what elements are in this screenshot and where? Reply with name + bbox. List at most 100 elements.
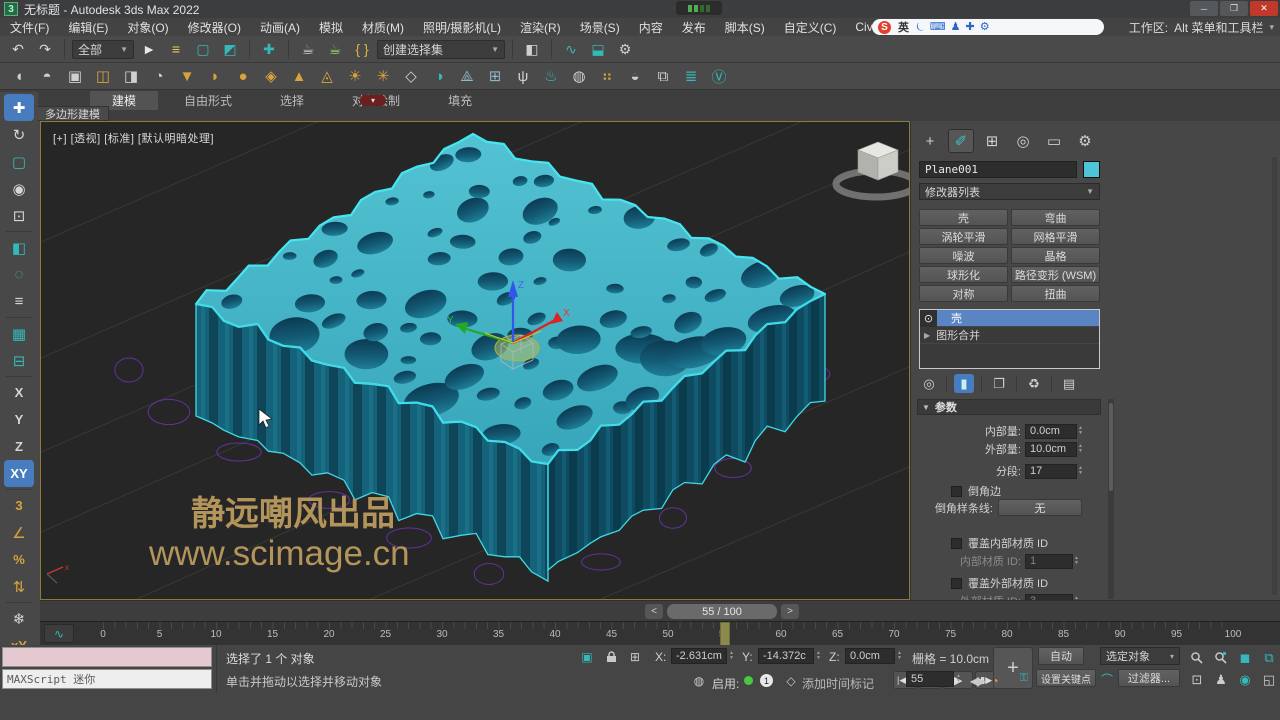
z-coord-field[interactable]: 0.0cm bbox=[845, 648, 895, 664]
ribbon-config-icon[interactable]: ▾ bbox=[360, 95, 386, 106]
show-end-result-icon[interactable]: ▮ bbox=[954, 374, 974, 393]
menu-item-12[interactable]: 脚本(S) bbox=[725, 19, 765, 36]
workspace-dropdown[interactable]: Alt 菜单和工具栏 bbox=[1174, 19, 1263, 36]
minimize-button[interactable]: ─ bbox=[1190, 1, 1218, 16]
zoom-extents-all-icon[interactable]: ⧉ bbox=[1257, 647, 1280, 669]
select-and-link-icon[interactable]: ☕ bbox=[296, 38, 320, 60]
modifier-button-5[interactable]: 晶格 bbox=[1011, 247, 1100, 264]
sun-rays-icon[interactable]: ✳ bbox=[372, 65, 394, 87]
frame-nav-arrows[interactable]: ◀▶ bbox=[968, 673, 986, 689]
zoom-region-icon[interactable]: ⊡ bbox=[1185, 669, 1209, 691]
y-spinner[interactable]: ▲▼ bbox=[816, 651, 821, 661]
modifier-button-0[interactable]: 壳 bbox=[919, 209, 1008, 226]
select-and-move-icon[interactable]: ✚ bbox=[257, 38, 281, 60]
close-button[interactable]: ✕ bbox=[1250, 1, 1278, 16]
configure-modifier-sets-icon[interactable]: ▤ bbox=[1059, 374, 1079, 393]
x-coord-field[interactable]: -2.631cm bbox=[671, 648, 727, 664]
ribbon-tab-1[interactable]: 自由形式 bbox=[162, 91, 254, 110]
menu-item-11[interactable]: 发布 bbox=[682, 19, 706, 36]
stack-item-1[interactable]: ▶图形合并 bbox=[920, 327, 1099, 344]
segments-field[interactable]: 17 bbox=[1025, 464, 1077, 479]
maxscript-mini-label[interactable]: MAXScript 迷你 bbox=[2, 669, 212, 689]
inner-amount-field[interactable]: 0.0cm bbox=[1025, 424, 1077, 439]
align-tool[interactable]: ≡ bbox=[4, 288, 34, 315]
expand-caret-icon[interactable]: ▶ bbox=[924, 331, 930, 340]
time-tag-icon[interactable]: ◇ bbox=[782, 673, 800, 689]
remove-modifier-icon[interactable]: ♻ bbox=[1024, 374, 1044, 393]
ime-tool-icon-3[interactable]: ✚ bbox=[965, 21, 974, 33]
menu-item-9[interactable]: 场景(S) bbox=[580, 19, 620, 36]
create-tab[interactable]: + bbox=[917, 129, 943, 153]
cube-helper-icon[interactable]: ◇ bbox=[400, 65, 422, 87]
ime-tool-icon-2[interactable]: ♟ bbox=[951, 21, 961, 33]
viewport-label[interactable]: [+] [透视] [标准] [默认明暗处理] bbox=[53, 130, 214, 146]
inner-matid-field[interactable]: 1 bbox=[1025, 554, 1073, 569]
spinner-snap-toggle[interactable]: ⇅ bbox=[4, 573, 34, 600]
add-time-tag[interactable]: 添加时间标记 bbox=[802, 675, 874, 692]
axis-xy-button[interactable]: XY bbox=[4, 460, 34, 487]
current-frame-indicator[interactable]: 55 / 100 bbox=[667, 604, 777, 619]
modifier-button-6[interactable]: 球形化 bbox=[919, 266, 1008, 283]
vray-icon[interactable]: Ⓥ bbox=[708, 65, 730, 87]
ime-lang-toggle[interactable]: 英 bbox=[898, 19, 909, 35]
ime-tool-icon-4[interactable]: ⚙ bbox=[980, 21, 990, 33]
rect-selection-region-icon[interactable]: ▢ bbox=[191, 38, 215, 60]
maximize-viewport-icon[interactable]: ◱ bbox=[1257, 669, 1280, 691]
ribbon-subtab-polymodeling[interactable]: 多边形建模 bbox=[36, 106, 109, 121]
panel-scrollbar[interactable] bbox=[1272, 157, 1277, 595]
set-key-button[interactable]: 设置关键点 bbox=[1036, 669, 1096, 687]
motion-tab[interactable]: ◎ bbox=[1010, 129, 1036, 153]
teal-dots-icon[interactable]: ⠶ bbox=[596, 65, 618, 87]
redo-icon[interactable]: ↷ bbox=[33, 38, 57, 60]
make-unique-icon[interactable]: ❐ bbox=[989, 374, 1009, 393]
modifier-button-8[interactable]: 对称 bbox=[919, 285, 1008, 302]
undo-icon[interactable]: ↶ bbox=[6, 38, 30, 60]
orbit-icon[interactable]: ◉ bbox=[1233, 669, 1257, 691]
menu-item-10[interactable]: 内容 bbox=[639, 19, 663, 36]
input-method-bar[interactable]: S 英 ⏾⌨♟✚⚙ bbox=[872, 19, 1104, 35]
render-frame-icon[interactable]: ▣ bbox=[64, 65, 86, 87]
select-and-place-tool[interactable]: ◉ bbox=[4, 175, 34, 202]
workspace-caret-icon[interactable]: ▾ bbox=[1269, 22, 1274, 33]
mini-curve-editor-icon[interactable]: ∿ bbox=[44, 624, 74, 643]
half-sphere-icon[interactable]: ◑ bbox=[428, 65, 450, 87]
bulb-light-icon[interactable]: ◬ bbox=[316, 65, 338, 87]
override-inner-matid-checkbox[interactable] bbox=[951, 538, 962, 549]
isolate-selection-icon[interactable]: ▣ bbox=[578, 649, 596, 665]
modify-tab[interactable]: ✐ bbox=[948, 129, 974, 153]
modifier-list-dropdown[interactable]: 修改器列表 ▼ bbox=[919, 183, 1100, 200]
sphere-gray-icon[interactable]: ◍ bbox=[568, 65, 590, 87]
mirror-tool[interactable]: ◧ bbox=[4, 234, 34, 261]
sphere-light-icon[interactable]: ● bbox=[232, 65, 254, 87]
inner-matid-spinner[interactable]: ▲▼ bbox=[1074, 556, 1079, 566]
parameters-rollout-header[interactable]: ▼ 参数 bbox=[917, 399, 1101, 415]
menu-item-3[interactable]: 修改器(O) bbox=[188, 19, 241, 36]
maxscript-mini-listener[interactable] bbox=[2, 647, 212, 667]
pivot-tool[interactable]: ⊡ bbox=[4, 202, 34, 229]
keyframe-mode-icon[interactable]: ◍ bbox=[690, 673, 708, 689]
modifier-button-9[interactable]: 扭曲 bbox=[1011, 285, 1100, 302]
override-outer-matid-checkbox[interactable] bbox=[951, 578, 962, 589]
ime-tool-icon-1[interactable]: ⌨ bbox=[930, 21, 946, 33]
light-book2-icon[interactable]: ◨ bbox=[120, 65, 142, 87]
z-spinner[interactable]: ▲▼ bbox=[897, 651, 902, 661]
sun-icon[interactable]: ☀ bbox=[344, 65, 366, 87]
track-bar[interactable]: ∿ 05101520253035404550556065707580859095… bbox=[40, 621, 1280, 645]
soft-selection-tool[interactable]: ◌ bbox=[4, 261, 34, 288]
key-filters-dropdown[interactable]: 选定对象▾ bbox=[1100, 647, 1180, 665]
spot-light-icon[interactable]: ▼ bbox=[176, 65, 198, 87]
bevel-spline-button[interactable]: 无 bbox=[998, 499, 1082, 516]
modifier-button-7[interactable]: 路径变形 (WSM) bbox=[1011, 266, 1100, 283]
inner-amount-spinner[interactable]: ▲▼ bbox=[1078, 426, 1083, 436]
pin-stack-icon[interactable]: ◎ bbox=[919, 374, 939, 393]
display-tab[interactable]: ▭ bbox=[1041, 129, 1067, 153]
camera-icon[interactable]: ◔ bbox=[148, 65, 170, 87]
axis-x-button[interactable]: X bbox=[4, 379, 34, 406]
light-book-icon[interactable]: ◫ bbox=[92, 65, 114, 87]
mirror-icon[interactable]: ◧ bbox=[520, 38, 544, 60]
palette-icon[interactable]: ◒ bbox=[624, 65, 646, 87]
menu-item-8[interactable]: 渲染(R) bbox=[520, 19, 561, 36]
modifier-button-1[interactable]: 弯曲 bbox=[1011, 209, 1100, 226]
fire-effect-icon[interactable]: ♨ bbox=[540, 65, 562, 87]
params-scrollbar[interactable] bbox=[1108, 399, 1114, 599]
